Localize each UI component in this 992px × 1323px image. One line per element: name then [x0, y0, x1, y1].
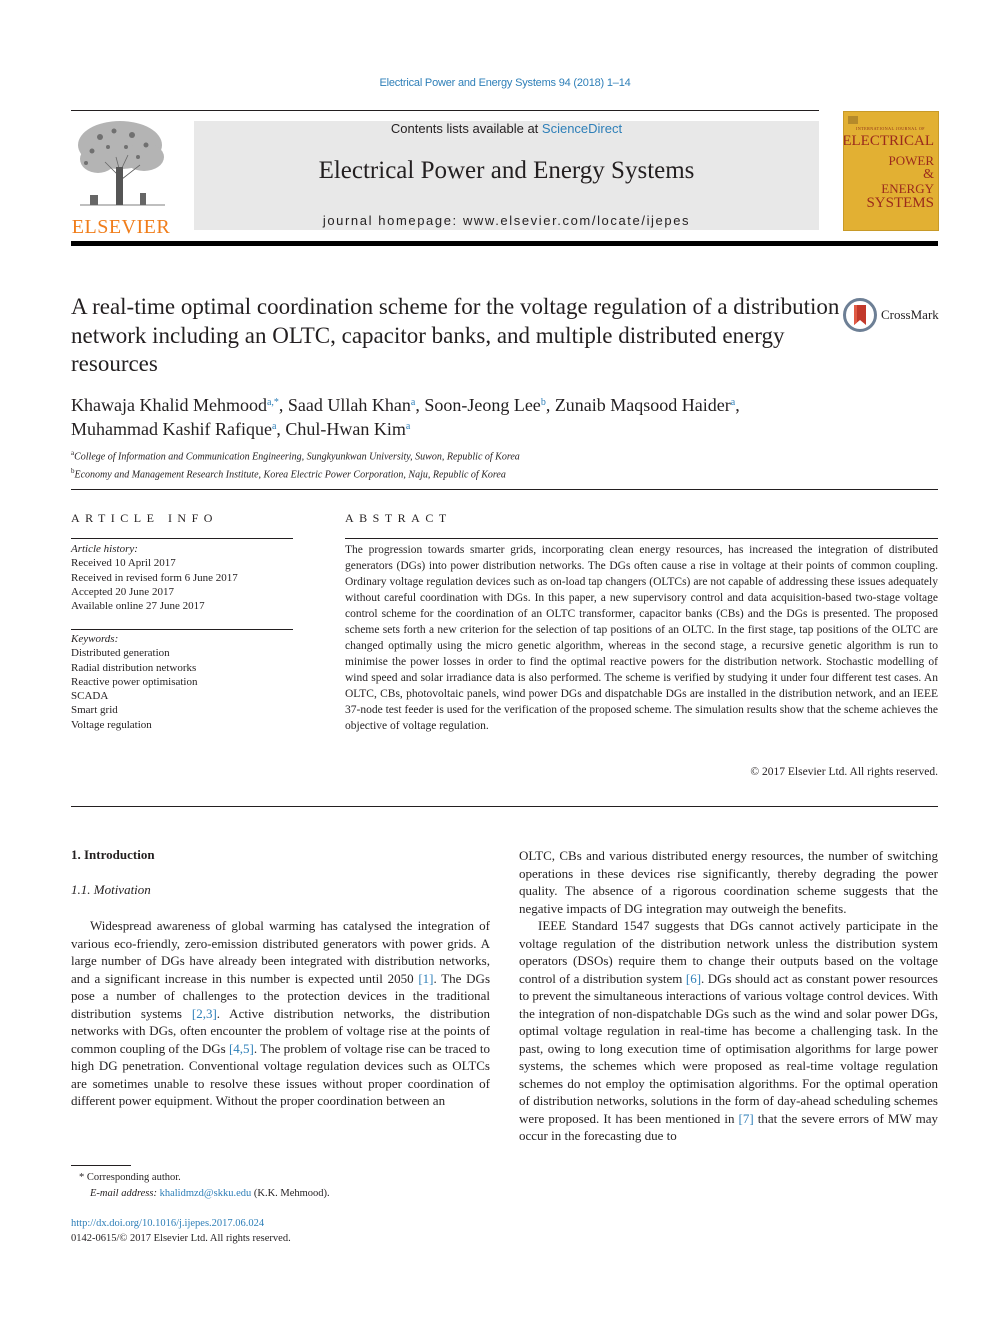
body-right-column: OLTC, CBs and various distributed energy… — [519, 847, 938, 1145]
cover-emblem-icon — [848, 116, 858, 124]
citation-link[interactable]: [7] — [739, 1111, 754, 1126]
journal-reference-link[interactable]: Electrical Power and Energy Systems 94 (… — [0, 77, 992, 89]
author-name[interactable]: Zunaib Maqsood Haider — [555, 395, 731, 415]
body-paragraph: Widespread awareness of global warming h… — [71, 917, 490, 1110]
email-link[interactable]: khalidmzd@skku.edu — [160, 1188, 252, 1199]
abstract-divider — [345, 538, 938, 539]
citation-link[interactable]: [6] — [686, 971, 701, 986]
abstract-copyright: © 2017 Elsevier Ltd. All rights reserved… — [750, 766, 938, 778]
cover-line-2: POWER — [888, 153, 935, 168]
body-paragraph: OLTC, CBs and various distributed energy… — [519, 848, 938, 916]
author-name[interactable]: Chul-Hwan Kim — [285, 419, 406, 439]
article-history-label: Article history: — [71, 543, 138, 555]
keywords-label: Keywords: — [71, 633, 119, 645]
affiliation-divider — [71, 489, 938, 490]
contents-prefix: Contents lists available at — [390, 121, 542, 136]
affiliation-text: College of Information and Communication… — [74, 451, 520, 463]
author-list: Khawaja Khalid Mehmooda,*, Saad Ullah Kh… — [71, 392, 871, 440]
subsection-heading: 1.1. Motivation — [71, 882, 151, 897]
author-separator: , — [735, 395, 740, 415]
abstract-bottom-divider — [71, 806, 938, 807]
abstract-heading: ABSTRACT — [345, 511, 452, 525]
journal-cover-image[interactable]: INTERNATIONAL JOURNAL OF ELECTRICAL POWE… — [843, 111, 939, 231]
doi-block: http://dx.doi.org/10.1016/j.ijepes.2017.… — [71, 1216, 291, 1246]
author-affiliation-sup[interactable]: a — [406, 421, 410, 432]
footnote-marker: * — [79, 1172, 85, 1183]
keywords: Keywords: Distributed generation Radial … — [71, 632, 293, 732]
article-title: A real-time optimal coordination scheme … — [71, 294, 840, 376]
affiliations: aCollege of Information and Communicatio… — [71, 446, 871, 483]
affiliation-b: bEconomy and Management Research Institu… — [71, 464, 871, 482]
abstract-text: The progression towards smarter grids, i… — [345, 544, 938, 732]
citation-link[interactable]: [2,3] — [192, 1006, 217, 1021]
keyword-item: Voltage regulation — [71, 718, 152, 731]
keyword-item: SCADA — [71, 690, 109, 703]
crossmark-label: CrossMark — [881, 307, 939, 322]
citation-link[interactable]: [4,5] — [229, 1041, 254, 1056]
cover-line-4: ENERGY — [881, 181, 934, 196]
affiliation-text: Economy and Management Research Institut… — [74, 469, 506, 481]
footnote-text: Corresponding author. — [86, 1172, 181, 1183]
header-thick-rule — [71, 241, 938, 246]
corresponding-author-note: * Corresponding author. — [71, 1170, 491, 1186]
author-name[interactable]: Khawaja Khalid Mehmood — [71, 395, 267, 415]
email-note: E-mail address: khalidmzd@skku.edu (K.K.… — [71, 1186, 491, 1202]
author-affiliation-sup[interactable]: a,* — [267, 397, 279, 408]
body-text: . DGs should act as constant power resou… — [519, 970, 938, 1126]
doi-link[interactable]: http://dx.doi.org/10.1016/j.ijepes.2017.… — [71, 1218, 264, 1229]
elsevier-tree-icon — [78, 121, 165, 206]
keywords-divider — [71, 629, 293, 630]
section-heading: 1. Introduction — [71, 847, 155, 862]
author-name[interactable]: Saad Ullah Khan — [288, 395, 411, 415]
header-top-rule — [71, 110, 819, 111]
history-item: Accepted 20 June 2017 — [71, 585, 174, 598]
issn-copyright: 0142-0615/© 2017 Elsevier Ltd. All right… — [71, 1233, 291, 1244]
article-info-heading: ARTICLE INFO — [71, 511, 218, 525]
journal-title: Electrical Power and Energy Systems — [318, 157, 695, 184]
author-separator: , — [278, 395, 288, 415]
cover-line-1: ELECTRICAL — [843, 133, 934, 149]
contents-available-line: Contents lists available at ScienceDirec… — [194, 121, 819, 136]
footnote-rule — [71, 1165, 131, 1166]
email-owner: (K.K. Mehmood). — [253, 1188, 330, 1199]
keyword-item: Distributed generation — [71, 647, 170, 660]
email-label: E-mail address: — [90, 1188, 157, 1199]
sciencedirect-link[interactable]: ScienceDirect — [542, 121, 622, 136]
history-item: Available online 27 June 2017 — [71, 600, 205, 613]
cover-line-5: SYSTEMS — [866, 195, 934, 211]
cover-top-line: INTERNATIONAL JOURNAL OF — [856, 126, 926, 131]
affiliation-a: aCollege of Information and Communicatio… — [71, 446, 871, 464]
author-separator: , — [415, 395, 425, 415]
elsevier-logo[interactable]: ELSEVIER — [70, 117, 172, 238]
history-item: Received 10 April 2017 — [71, 557, 176, 570]
author-name[interactable]: Muhammad Kashif Rafique — [71, 419, 272, 439]
body-paragraph: IEEE Standard 1547 suggests that DGs can… — [519, 917, 938, 1145]
keyword-item: Radial distribution networks — [71, 661, 197, 674]
elsevier-wordmark: ELSEVIER — [71, 216, 171, 238]
journal-homepage-link[interactable]: journal homepage: www.elsevier.com/locat… — [194, 213, 819, 228]
author-separator: , — [545, 395, 555, 415]
cover-line-3: & — [923, 167, 934, 182]
body-left-column: Widespread awareness of global warming h… — [71, 917, 490, 1110]
article-info-divider — [71, 538, 293, 539]
journal-masthead: Contents lists available at ScienceDirec… — [194, 121, 819, 230]
keyword-item: Reactive power optimisation — [71, 675, 198, 688]
citation-link[interactable]: [1] — [418, 971, 433, 986]
history-item: Received in revised form 6 June 2017 — [71, 571, 238, 584]
footnotes: * Corresponding author. E-mail address: … — [71, 1170, 491, 1202]
crossmark-badge[interactable]: CrossMark — [843, 298, 939, 332]
author-name[interactable]: Soon-Jeong Lee — [424, 395, 540, 415]
article-history: Article history: Received 10 April 2017 … — [71, 542, 293, 613]
keyword-item: Smart grid — [71, 704, 118, 717]
crossmark-icon — [843, 298, 877, 332]
